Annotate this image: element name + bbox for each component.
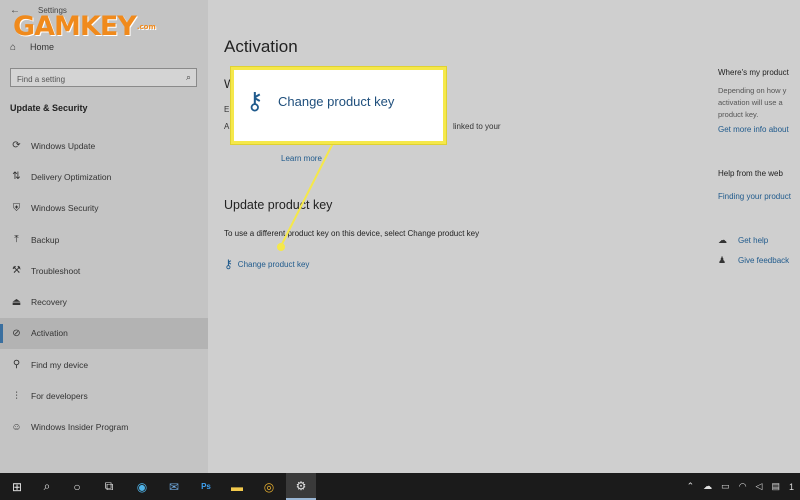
chrome-icon[interactable]: ◎ [254,473,284,500]
chat-bubble-icon: ☁ [718,235,727,245]
check-circle-icon: ⊘ [12,327,21,339]
sidebar-item-label: Delivery Optimization [31,171,112,182]
battery-icon[interactable]: ▭ [721,481,730,492]
get-help-link[interactable]: ☁ Get help [718,235,768,246]
sidebar-item-for-developers[interactable]: ⫶ For developers [0,380,208,411]
callout-label: Change product key [278,94,395,109]
search-icon[interactable]: ⌕ [32,473,62,500]
sidebar-item-windows-update[interactable]: ⟳ Windows Update [0,130,208,161]
sidebar-item-label: Backup [31,234,60,245]
help-from-web-heading: Help from the web [718,169,783,178]
learn-more-link[interactable]: Learn more [281,154,322,163]
home-link[interactable]: Home [30,42,54,52]
person-pin-icon: ⚲ [12,359,21,371]
photoshop-label: Ps [201,482,211,491]
mail-icon[interactable]: ✉ [159,473,189,500]
find-setting-search[interactable]: ⌕ [10,68,197,88]
page-title: Activation [224,37,298,56]
finding-product-key-link[interactable]: Finding your product [718,192,791,201]
wheres-product-key-heading: Where's my product [718,68,789,77]
section-heading: Update & Security [10,103,88,113]
taskbar: ⊞ ⌕ ○ ⧉ ◉ ✉ Ps ▬ ◎ ⚙ ⌃ ☁ ▭ ◠ ◁ ▤ 1 [0,473,800,500]
search-icon[interactable]: ⌕ [186,72,191,83]
notification-icon[interactable]: ▤ [771,481,780,492]
change-product-key-link[interactable]: ⚷ Change product key [224,257,309,271]
sidebar-item-windows-insider[interactable]: ☺ Windows Insider Program [0,412,208,443]
sidebar-item-label: Recovery [31,297,67,308]
volume-icon[interactable]: ◁ [756,481,763,492]
sidebar-item-label: Windows Security [31,203,99,214]
key-icon: ⚷ [224,257,233,271]
backup-arrow-icon: ⤒ [14,234,19,246]
sidebar-item-label: Find my device [31,359,89,370]
give-feedback-label: Give feedback [738,256,790,265]
activation-text-partial: A [224,122,230,131]
sidebar-item-backup[interactable]: ⤒ Backup [0,224,208,255]
get-help-label: Get help [738,236,769,245]
where-text-line-2: activation will use a [718,98,783,107]
clock-partial[interactable]: 1 [789,482,794,492]
shield-icon: ⛨ [12,202,21,214]
linked-account-text: linked to your [453,122,501,131]
sidebar-item-troubleshoot[interactable]: ⚒ Troubleshoot [0,255,208,286]
zoom-callout: ⚷ Change product key [231,67,446,144]
tray-chevron-icon[interactable]: ⌃ [687,481,695,492]
sidebar-item-recovery[interactable]: ⏏ Recovery [0,286,208,317]
where-text-line-1: Depending on how y [718,86,787,95]
onedrive-cloud-icon[interactable]: ☁ [703,481,712,492]
sidebar-item-label: Windows Insider Program [31,422,129,433]
recovery-icon: ⏏ [11,296,22,308]
sidebar-item-label: Troubleshoot [31,265,81,276]
home-icon[interactable]: ⌂ [10,42,16,53]
file-explorer-icon[interactable]: ▬ [222,473,252,500]
related-settings-pane: Where's my product Depending on how y ac… [718,0,800,473]
sync-icon: ⟳ [12,140,21,152]
update-product-key-heading: Update product key [224,198,333,212]
logo-text: GAMKEY [13,11,137,42]
sidebar-item-delivery-optimization[interactable]: ⇅ Delivery Optimization [0,161,208,192]
get-more-info-link[interactable]: Get more info about [718,125,789,134]
edge-icon[interactable]: ◉ [127,473,157,500]
windows-start-icon[interactable]: ⊞ [2,473,32,500]
search-input[interactable] [11,71,171,88]
sidebar-item-label: Activation [31,328,68,339]
developer-sliders-icon: ⫶ [15,390,18,402]
logo-suffix: .com [136,23,156,31]
photoshop-icon[interactable]: Ps [191,473,221,500]
settings-gear-icon[interactable]: ⚙ [286,473,316,500]
insider-smiley-icon: ☺ [11,421,22,433]
sidebar-item-label: Windows Update [31,140,96,151]
cortana-circle-icon[interactable]: ○ [62,473,92,500]
where-text-line-3: product key. [718,110,759,119]
delivery-optimization-icon: ⇅ [12,171,21,183]
give-feedback-link[interactable]: ♟ Give feedback [718,255,789,266]
sidebar-item-activation[interactable]: ⊘ Activation [0,317,208,350]
sidebar-nav: ⟳ Windows Update ⇅ Delivery Optimization… [0,130,208,443]
wrench-icon: ⚒ [12,265,21,277]
task-view-icon[interactable]: ⧉ [94,473,124,500]
sidebar-item-find-my-device[interactable]: ⚲ Find my device [0,349,208,380]
key-icon: ⚷ [246,88,264,115]
change-product-key-label: Change product key [237,259,310,269]
sidebar-item-label: For developers [31,391,88,402]
gamkey-watermark-logo: GAMKEY.com [13,12,156,42]
wifi-icon[interactable]: ◠ [739,481,747,492]
update-product-key-description: To use a different product key on this d… [224,229,480,238]
edition-text-partial: E [224,105,230,114]
settings-sidebar: ← Settings ⌂ Home GAMKEY.com ⌕ Update & … [0,0,208,473]
sidebar-item-windows-security[interactable]: ⛨ Windows Security [0,193,208,224]
system-tray: ⌃ ☁ ▭ ◠ ◁ ▤ 1 [687,473,800,500]
feedback-person-icon: ♟ [718,255,727,265]
